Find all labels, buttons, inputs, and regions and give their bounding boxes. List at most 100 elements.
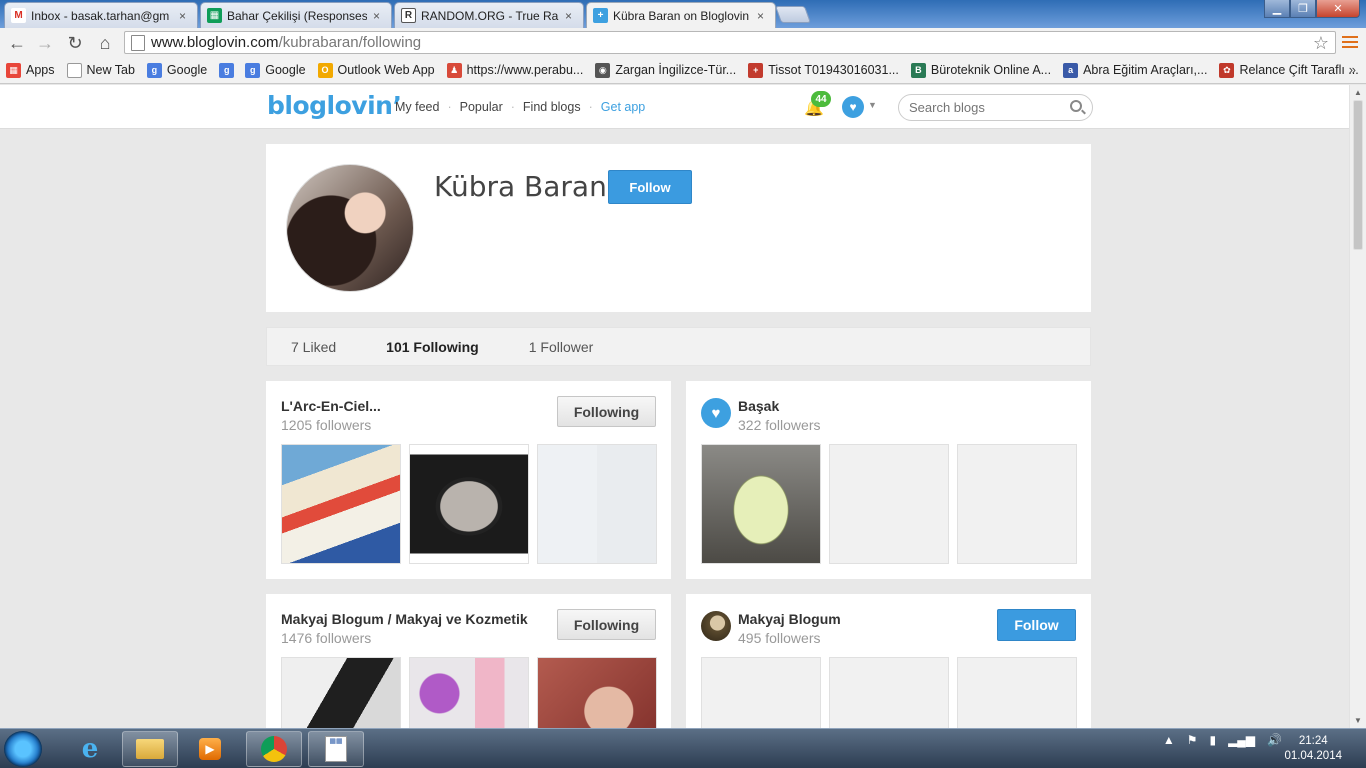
stat-followers[interactable]: 1 Follower	[529, 339, 594, 355]
bookmark-buroteknik[interactable]: B Büroteknik Online A...	[910, 62, 1051, 78]
sheets-icon: ▦	[207, 8, 222, 23]
stat-following[interactable]: 101 Following	[386, 339, 479, 355]
blog-name[interactable]: Başak	[738, 398, 779, 414]
profile-follow-button[interactable]: Follow	[608, 170, 692, 204]
blog-name[interactable]: L'Arc-En-Ciel...	[281, 398, 381, 414]
maximize-icon[interactable]: ❐	[1290, 0, 1316, 18]
bookmark-label: Google	[265, 63, 306, 77]
bookmark-abra[interactable]: a Abra Eğitim Araçları,...	[1063, 62, 1207, 78]
google-icon: g	[219, 62, 235, 78]
bookmark-label: Zargan İngilizce-Tür...	[615, 63, 737, 77]
bookmark-relance[interactable]: ✿ Relance Çift Taraflı ...	[1219, 62, 1359, 78]
volume-icon[interactable]: 🔊	[1267, 733, 1282, 747]
action-center-flag-icon[interactable]: ⚑	[1187, 733, 1198, 747]
tab-sheets[interactable]: ▦ Bahar Çekilişi (Responses) ×	[200, 2, 392, 28]
blog-followers: 322 followers	[738, 417, 821, 433]
page-scrollbar[interactable]: ▲ ▼	[1349, 85, 1366, 728]
nav-my-feed[interactable]: My feed	[395, 100, 439, 114]
bookmarks-overflow-icon[interactable]: »	[1349, 62, 1356, 77]
bookmark-zargan[interactable]: ◉ Zargan İngilizce-Tür...	[595, 62, 737, 78]
gmail-icon: M	[11, 8, 26, 23]
scroll-down-icon[interactable]: ▼	[1354, 716, 1362, 725]
chevron-down-icon[interactable]: ▼	[868, 100, 877, 110]
search-icon[interactable]	[1070, 100, 1082, 112]
close-icon[interactable]: ×	[565, 9, 577, 23]
scrollbar-thumb[interactable]	[1353, 100, 1363, 250]
file-explorer-icon[interactable]	[122, 731, 178, 767]
bookmarks-bar: ▦ Apps New Tab g Google g g Google O Outlook…	[0, 57, 1366, 84]
bloglovin-icon: +	[593, 8, 608, 23]
google-icon: g	[146, 62, 162, 78]
taskbar-clock[interactable]: 21:24 01.04.2014	[1284, 734, 1342, 764]
post-thumbnail-placeholder	[957, 444, 1077, 564]
url-host: www.bloglovin.com	[151, 34, 279, 51]
bookmark-outlook[interactable]: O Outlook Web App	[317, 62, 435, 78]
clock-date: 01.04.2014	[1284, 750, 1342, 762]
blog-name[interactable]: Makyaj Blogum / Makyaj ve Kozmetik	[281, 611, 528, 627]
post-thumbnail[interactable]	[281, 444, 401, 564]
network-signal-icon[interactable]: ▂▄▆	[1228, 733, 1255, 747]
post-thumbnail[interactable]	[409, 444, 529, 564]
bookmark-google-3[interactable]: g Google	[245, 62, 306, 78]
post-thumbnail[interactable]	[409, 657, 529, 728]
bookmark-google-2[interactable]: g	[219, 62, 239, 78]
forward-arrow-icon[interactable]: →	[32, 30, 58, 56]
bookmark-label: https://www.perabu...	[466, 63, 584, 77]
post-thumbnail[interactable]	[537, 444, 657, 564]
tissot-icon: +	[748, 62, 764, 78]
tab-random-org[interactable]: R RANDOM.ORG - True Ran ×	[394, 2, 584, 28]
reload-icon[interactable]: ↻	[62, 30, 88, 56]
close-icon[interactable]: ×	[179, 9, 191, 23]
notification-badge[interactable]: 44	[811, 91, 831, 107]
home-icon[interactable]: ⌂	[92, 30, 118, 56]
tab-gmail[interactable]: M Inbox - basak.tarhan@gm ×	[4, 2, 198, 28]
close-icon[interactable]: ×	[757, 9, 769, 23]
nav-popular[interactable]: Popular	[460, 100, 503, 114]
chrome-menu-icon[interactable]	[1342, 34, 1358, 50]
close-window-icon[interactable]: ✕	[1316, 0, 1360, 18]
blog-name[interactable]: Makyaj Blogum	[738, 611, 841, 627]
battery-icon[interactable]: ▮	[1209, 733, 1216, 747]
post-thumbnail[interactable]	[537, 657, 657, 728]
spreadsheet-icon[interactable]: ▦▦	[308, 731, 364, 767]
site-nav: My feed · Popular · Find blogs · Get app	[395, 100, 645, 114]
internet-explorer-icon[interactable]: e	[62, 731, 118, 767]
stat-liked[interactable]: 7 Liked	[291, 339, 336, 355]
post-thumbnail-placeholder	[957, 657, 1077, 728]
url-path: /kubrabaran/following	[278, 34, 422, 51]
apps-grid-icon: ▦	[6, 62, 21, 78]
bookmark-tissot[interactable]: + Tissot T01943016031...	[748, 62, 899, 78]
bookmark-google[interactable]: g Google	[146, 62, 207, 78]
zargan-icon: ◉	[595, 62, 611, 78]
post-thumbnail[interactable]	[701, 444, 821, 564]
nav-find-blogs[interactable]: Find blogs	[523, 100, 581, 114]
tab-bloglovin[interactable]: + Kübra Baran on Bloglovin ×	[586, 2, 776, 28]
show-hidden-icons-icon[interactable]: ▲	[1163, 733, 1175, 747]
search-input[interactable]	[898, 94, 1093, 121]
address-bar[interactable]: www.bloglovin.com/kubrabaran/following ☆	[124, 31, 1336, 54]
tab-title: Bahar Çekilişi (Responses)	[227, 8, 367, 23]
media-player-icon[interactable]: ▶	[182, 731, 238, 767]
post-thumbnail-placeholder	[701, 657, 821, 728]
post-thumbnail[interactable]	[281, 657, 401, 728]
windows-start-icon[interactable]	[4, 731, 42, 767]
bookmark-perabu[interactable]: ♟ https://www.perabu...	[446, 62, 584, 78]
scroll-up-icon[interactable]: ▲	[1354, 88, 1362, 97]
new-tab-button[interactable]	[774, 6, 812, 23]
close-icon[interactable]: ×	[373, 9, 385, 23]
bookmark-new-tab[interactable]: New Tab	[66, 62, 135, 78]
bookmark-apps[interactable]: ▦ Apps	[6, 62, 55, 78]
following-button[interactable]: Following	[557, 609, 656, 640]
chrome-icon[interactable]	[246, 731, 302, 767]
follow-button[interactable]: Follow	[997, 609, 1076, 641]
bloglovin-logo[interactable]: bloglovin’	[267, 91, 402, 120]
random-org-icon: R	[401, 8, 416, 23]
outlook-icon: O	[317, 62, 333, 78]
minimize-icon[interactable]: ▁	[1264, 0, 1290, 18]
back-arrow-icon[interactable]: ←	[4, 30, 30, 56]
nav-get-app[interactable]: Get app	[601, 100, 645, 114]
heart-icon[interactable]: ♥	[842, 96, 864, 118]
blog-card: ♥ Başak 322 followers	[686, 381, 1091, 579]
following-button[interactable]: Following	[557, 396, 656, 427]
bookmark-star-icon[interactable]: ☆	[1313, 33, 1329, 54]
